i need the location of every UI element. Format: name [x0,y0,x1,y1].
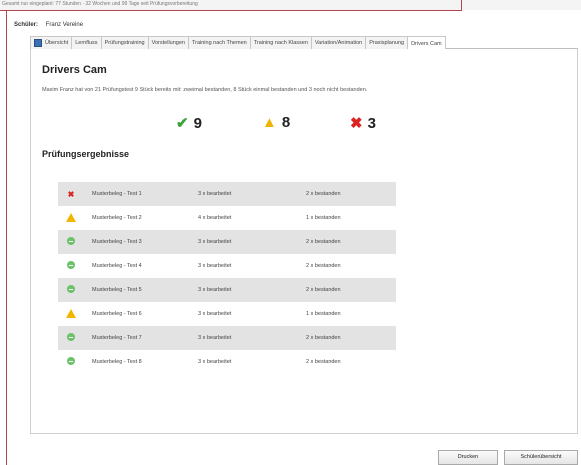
tab-bar: Übersicht Lernfluss Prüfungstraining Vorste… [30,36,578,50]
tab-vorstellungen[interactable]: Vorstellungen [147,36,189,49]
table-row[interactable]: Musterbeleg - Test 4 3 x bearbeitet 2 x be… [58,254,396,278]
passed-count: 2 x bestanden [306,335,341,341]
status-strip-text: Gesamt nur eingeplant: 77 Stunden · 32 W… [2,1,198,7]
warning-icon [58,308,84,320]
tab-drivers-cam[interactable]: Drivers Cam [407,36,446,50]
test-name: Musterbeleg - Test 8 [92,359,142,365]
passed-count: 2 x bestanden [306,287,341,293]
table-row[interactable]: Musterbeleg - Test 3 3 x bearbeitet 2 x be… [58,230,396,254]
tab-label: Variation/Animation [314,40,363,46]
tab-label: Vorstellungen [151,40,185,46]
tab-label: Lernfluss [75,40,98,46]
tab-label: Drivers Cam [411,40,442,47]
partial-count: 8 [281,114,291,131]
warning-icon: ▲ [262,114,277,131]
summary-partial: ▲ 8 [262,114,290,131]
results-table: ✖ Musterbeleg - Test 1 3 x bearbeitet 2 x b… [58,182,396,374]
worked-count: 3 x bearbeitet [198,239,232,245]
tab-praxisplanung[interactable]: Praxisplanung [365,36,409,49]
worked-count: 3 x bearbeitet [198,191,232,197]
home-icon [34,39,42,47]
passed-count: 2 x bestanden [306,359,341,365]
tab-lernfluss[interactable]: Lernfluss [71,36,102,49]
frame-line [6,10,7,465]
section-title: Prüfungsergebnisse [42,149,130,159]
passed-count: 1 x bestanden [306,311,341,317]
check-icon: ✔ [176,115,189,132]
tab-label: Übersicht [45,40,69,46]
passed-count: 2 x bestanden [306,263,341,269]
failed-icon: ✖ [67,190,75,199]
print-button[interactable]: Drucken [438,450,498,465]
table-row[interactable]: Musterbeleg - Test 6 3 x bearbeitet 1 x be… [58,302,396,326]
worked-count: 3 x bearbeitet [198,311,232,317]
worked-count: 4 x bearbeitet [198,215,232,221]
page-title: Drivers Cam [42,64,107,76]
tab-variation-animation[interactable]: Variation/Animation [310,36,367,49]
test-name: Musterbeleg - Test 2 [92,215,142,221]
table-row[interactable]: Musterbeleg - Test 7 3 x bearbeitet 2 x be… [58,326,396,350]
failed-count: 3 [367,114,376,132]
passed-count: 1 x bestanden [306,215,341,221]
passed-icon [58,333,84,343]
test-name: Musterbeleg - Test 3 [92,239,142,245]
student-label: Schüler: [14,22,39,28]
worked-count: 3 x bearbeitet [198,263,232,269]
tab-training-nach-themen[interactable]: Training nach Themen [187,36,251,49]
warning-icon [58,212,84,224]
tab-label: Prüfungstraining [104,40,145,46]
student-overview-button[interactable]: Schülerübersicht [504,450,578,465]
passed-count: 9 [193,114,202,132]
tab-label: Praxisplanung [369,40,405,46]
table-row[interactable]: ✖ Musterbeleg - Test 1 3 x bearbeitet 2 x b… [58,182,396,206]
table-row[interactable]: Musterbeleg - Test 2 4 x bearbeitet 1 x be… [58,206,396,230]
passed-count: 2 x bestanden [306,239,341,245]
frame-line [0,10,462,11]
passed-icon [58,285,84,295]
passed-icon [58,261,84,271]
tab-label: Training nach Themen [191,40,247,46]
summary-failed: ✖ 3 [350,114,376,133]
test-name: Musterbeleg - Test 5 [92,287,142,293]
student-info: Schüler: Franz Vereine [14,22,83,28]
tab-label: Training nach Klassen [253,40,308,46]
tab-übersicht[interactable]: Übersicht [30,36,73,49]
worked-count: 3 x bearbeitet [198,359,232,365]
table-row[interactable]: Musterbeleg - Test 8 3 x bearbeitet 2 x be… [58,350,396,374]
passed-icon [58,357,84,367]
student-name: Franz Vereine [45,22,84,28]
worked-count: 3 x bearbeitet [198,287,232,293]
passed-count: 2 x bestanden [306,191,341,197]
tab-prüfungstraining[interactable]: Prüfungstraining [100,36,149,49]
test-name: Musterbeleg - Test 6 [92,311,142,317]
tab-training-nach-klassen[interactable]: Training nach Klassen [249,36,312,49]
test-name: Musterbeleg - Test 7 [92,335,142,341]
summary-passed: ✔ 9 [176,114,202,133]
table-row[interactable]: Musterbeleg - Test 5 3 x bearbeitet 2 x be… [58,278,396,302]
x-icon: ✖ [350,115,363,132]
passed-icon [58,237,84,247]
worked-count: 3 x bearbeitet [198,335,232,341]
status-strip: Gesamt nur eingeplant: 77 Stunden · 32 W… [0,0,581,10]
test-name: Musterbeleg - Test 1 [92,191,142,197]
page-description: Maxim Franz hat von 21 Prüfungstest 9 St… [42,87,368,93]
test-name: Musterbeleg - Test 4 [92,263,142,269]
